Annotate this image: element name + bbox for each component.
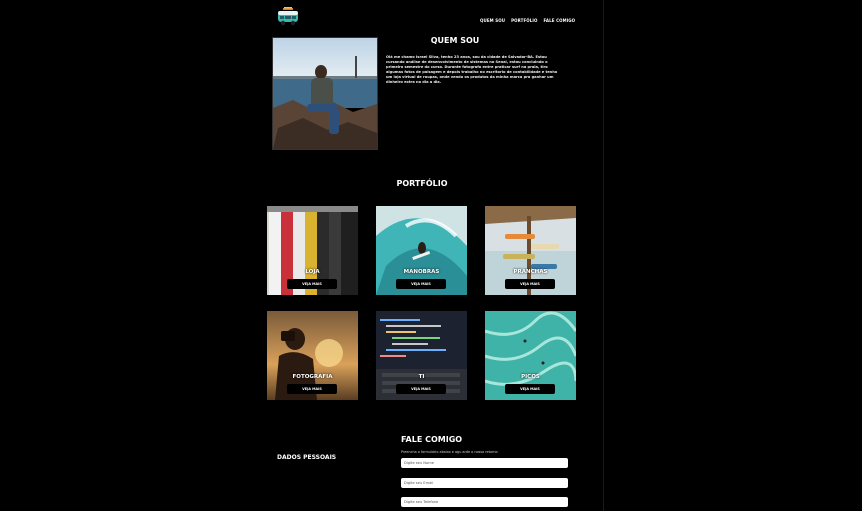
- nav-portfolio[interactable]: PORTFÓLIO: [511, 18, 537, 23]
- about-title: QUEM SOU: [430, 36, 480, 45]
- contact-title: FALE COMIGO: [401, 435, 463, 444]
- portfolio-card-fotografia: FOTOGRAFIA VEJA MAIS: [267, 311, 358, 400]
- contact-subtitle: Preencha o formulário abaixo e agu arde …: [401, 450, 498, 454]
- veja-mais-button[interactable]: VEJA MAIS: [505, 279, 555, 289]
- portfolio-card-loja: LOJA VEJA MAIS: [267, 206, 358, 295]
- card-label: PRANCHAS: [513, 269, 548, 275]
- nav-fale-comigo[interactable]: FALE COMIGO: [544, 18, 576, 23]
- personal-data-title: DADOS PESSOAIS: [277, 454, 337, 461]
- veja-mais-button[interactable]: VEJA MAIS: [396, 279, 446, 289]
- nav-quem-sou[interactable]: QUEM SOU: [480, 18, 505, 23]
- surf-van-icon[interactable]: [277, 7, 299, 27]
- card-label: TI: [418, 374, 425, 380]
- veja-mais-button[interactable]: VEJA MAIS: [396, 384, 446, 394]
- about-text: Olá me chamo Israel Silva, tenho 23 anos…: [386, 55, 558, 84]
- veja-mais-button[interactable]: VEJA MAIS: [287, 279, 337, 289]
- profile-photo: [272, 37, 378, 150]
- portfolio-card-pranchas: PRANCHAS VEJA MAIS: [485, 206, 576, 295]
- veja-mais-button[interactable]: VEJA MAIS: [287, 384, 337, 394]
- card-label: FOTOGRAFIA: [292, 374, 333, 380]
- card-label: PICOS: [521, 374, 540, 380]
- portfolio-card-ti: TI VEJA MAIS: [376, 311, 467, 400]
- portfolio-card-manobras: MANOBRAS VEJA MAIS: [376, 206, 467, 295]
- name-input[interactable]: Digite seu Nome: [401, 458, 568, 468]
- veja-mais-button[interactable]: VEJA MAIS: [505, 384, 555, 394]
- phone-input[interactable]: Digite seu Telefone: [401, 497, 568, 507]
- page-divider: [603, 0, 604, 511]
- portfolio-card-picos: PICOS VEJA MAIS: [485, 311, 576, 400]
- email-input[interactable]: Digite seu Email: [401, 478, 568, 488]
- portfolio-title: PORTFÓLIO: [396, 179, 448, 188]
- card-label: MANOBRAS: [403, 269, 440, 275]
- main-nav: QUEM SOU PORTFÓLIO FALE COMIGO: [480, 18, 575, 23]
- card-label: LOJA: [305, 269, 320, 275]
